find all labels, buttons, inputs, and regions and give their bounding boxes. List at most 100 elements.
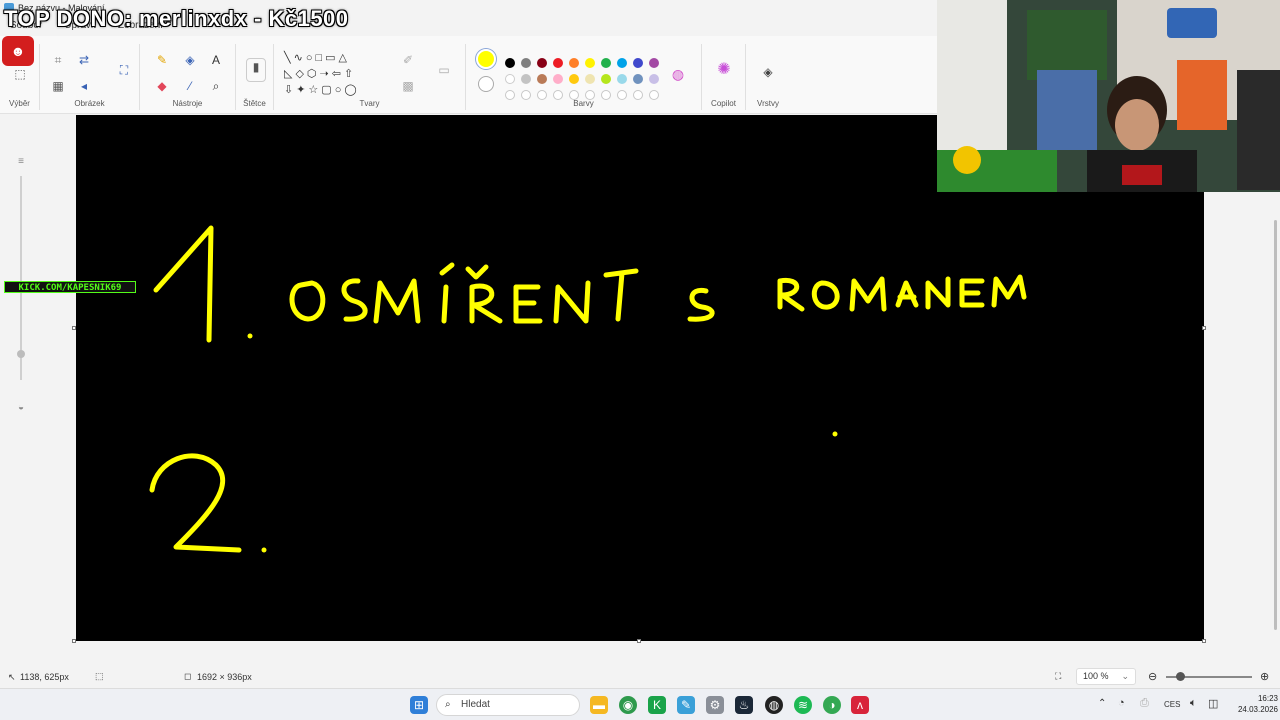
microphone-icon[interactable]: ⎙: [1140, 697, 1149, 710]
color-swatch[interactable]: [537, 74, 547, 84]
brush-icon[interactable]: ▮: [246, 58, 266, 82]
fit-screen-icon[interactable]: ⛶: [1055, 671, 1061, 682]
resize-handle-left[interactable]: [72, 326, 76, 330]
clock-time[interactable]: 16:23: [1238, 694, 1278, 703]
donation-overlay: TOP DONO: merlinxdx - Kč1500: [4, 6, 349, 31]
shapes-row1-icon[interactable]: ╲∿○□▭△: [284, 50, 394, 66]
resize-icon[interactable]: ⇄: [76, 52, 92, 68]
cursor-position-icon: ↖: [8, 672, 16, 682]
clock-date[interactable]: 24.03.2026: [1226, 705, 1278, 714]
group-brushes: ▮ Štětce: [236, 44, 274, 110]
rotate-icon[interactable]: ◂: [76, 78, 92, 94]
canvas-size: 1692 × 936px: [197, 672, 252, 682]
zoom-out-icon[interactable]: ⊖: [1148, 670, 1157, 683]
primary-color-swatch[interactable]: [476, 49, 496, 69]
color-swatch[interactable]: [649, 74, 659, 84]
number-two-dot: [261, 547, 267, 553]
spotify-icon[interactable]: ≋: [794, 696, 812, 714]
copilot-icon[interactable]: ✺: [716, 62, 732, 78]
color-swatch[interactable]: [633, 74, 643, 84]
webcam-overlay: [937, 0, 1280, 192]
color-swatch[interactable]: [553, 58, 563, 68]
color-swatch[interactable]: [569, 74, 579, 84]
color-swatch[interactable]: [617, 74, 627, 84]
chrome-icon[interactable]: ◉: [619, 696, 637, 714]
group-shapes: ╲∿○□▭△ ◺◇⬡➝⇦⇧ ⇩✦☆▢○◯ ✐ ▩ ▭ Tvary: [274, 44, 466, 110]
color-swatch[interactable]: [505, 74, 515, 84]
select-rect-icon[interactable]: ⬚: [12, 66, 28, 82]
volume-icon[interactable]: 🔈︎: [1190, 697, 1197, 710]
canvas-drawing: [149, 225, 1027, 553]
color-swatch[interactable]: [537, 58, 547, 68]
shape-size-icon[interactable]: ▭: [436, 62, 452, 78]
color-swatch[interactable]: [521, 74, 531, 84]
steam-icon[interactable]: ♨: [735, 696, 753, 714]
network-icon[interactable]: ◫: [1208, 697, 1218, 710]
resize-handle-bottom-left[interactable]: [72, 639, 76, 643]
outline-icon[interactable]: ✐: [400, 52, 416, 68]
secondary-color-swatch[interactable]: [478, 76, 494, 92]
color-swatch[interactable]: [601, 74, 611, 84]
group-copilot-label: Copilot: [711, 99, 736, 108]
slider-knob[interactable]: [17, 350, 25, 358]
browser-icon[interactable]: ◑: [823, 696, 841, 714]
shape-fill-icon[interactable]: ▩: [400, 78, 416, 94]
zoom-select[interactable]: 100 % ⌄: [1076, 668, 1136, 685]
group-colors: ◍ Barvy: [466, 44, 702, 110]
letter-s-stroke: [341, 278, 368, 322]
vertical-scrollbar[interactable]: [1274, 220, 1277, 630]
brush-size-slider[interactable]: ≡ ◒: [14, 150, 28, 413]
zoom-in-icon[interactable]: ⊕: [1260, 670, 1269, 683]
color-swatch[interactable]: [633, 58, 643, 68]
language-indicator[interactable]: CES: [1164, 700, 1180, 709]
eraser-icon[interactable]: ◆: [154, 78, 170, 94]
tray-chevron-up-icon[interactable]: ⌃: [1098, 698, 1106, 709]
color-swatch[interactable]: [585, 58, 595, 68]
color-swatch[interactable]: [617, 58, 627, 68]
resize-handle-bottom[interactable]: [637, 639, 641, 643]
fill-icon[interactable]: ◈: [182, 52, 198, 68]
start-icon[interactable]: ⊞: [410, 696, 428, 714]
zoom-slider-knob[interactable]: [1176, 672, 1185, 681]
resize-handle-bottom-right[interactable]: [1202, 639, 1206, 643]
tray-app-icon[interactable]: ◔: [1118, 697, 1125, 709]
letter-m-stroke: [373, 278, 421, 324]
group-tools-label: Nástroje: [172, 99, 203, 108]
group-image: ⌗ ⇄ ⛶ ▦ ◂ Obrázek: [40, 44, 140, 110]
crop-icon[interactable]: ⌗: [50, 52, 66, 68]
color-swatch[interactable]: [553, 74, 563, 84]
letter-r2-stroke: [777, 277, 805, 312]
color-swatch[interactable]: [521, 58, 531, 68]
drawing-canvas[interactable]: [76, 115, 1204, 641]
color-picker-icon[interactable]: ⁄: [182, 78, 198, 94]
color-swatch[interactable]: [505, 58, 515, 68]
color-swatch[interactable]: [569, 58, 579, 68]
opacity-icon: ◒: [17, 402, 25, 413]
group-layers-label: Vrstvy: [757, 99, 779, 108]
resize-handle-right[interactable]: [1202, 326, 1206, 330]
file-explorer-icon[interactable]: ▬: [590, 696, 608, 714]
remove-background-icon[interactable]: ▦: [50, 78, 66, 94]
pencil-icon[interactable]: ✎: [154, 52, 170, 68]
paint-taskbar-icon[interactable]: ✎: [677, 696, 695, 714]
cursor-position: 1138, 625px: [20, 672, 69, 682]
kick-app-icon[interactable]: K: [648, 696, 666, 714]
letter-m2-stroke: [849, 276, 887, 312]
obs-icon[interactable]: ◍: [765, 696, 783, 714]
edit-colors-icon[interactable]: ◍: [670, 66, 686, 82]
layers-icon[interactable]: ◈: [760, 64, 776, 80]
magnifier-icon[interactable]: ⌕: [208, 78, 224, 94]
shapes-row2-icon[interactable]: ◺◇⬡➝⇦⇧: [284, 66, 394, 82]
webcam-image: [937, 0, 1280, 192]
shapes-row3-icon[interactable]: ⇩✦☆▢○◯: [284, 82, 394, 98]
search-placeholder: Hledat: [461, 699, 490, 710]
image-select-icon[interactable]: ⛶: [116, 62, 132, 78]
app-icon[interactable]: ʌ: [851, 696, 869, 714]
settings-icon[interactable]: ⚙: [706, 696, 724, 714]
text-icon[interactable]: A: [208, 52, 224, 68]
color-swatch[interactable]: [585, 74, 595, 84]
taskbar-search[interactable]: ⌕ Hledat: [436, 694, 580, 716]
taskbar: ⊞ ⌕ Hledat ▬ ◉ K ✎ ⚙ ♨ ◍ ≋ ◑ ʌ ⌃ ◔ ⎙ CES…: [0, 688, 1280, 720]
color-swatch[interactable]: [649, 58, 659, 68]
color-swatch[interactable]: [601, 58, 611, 68]
